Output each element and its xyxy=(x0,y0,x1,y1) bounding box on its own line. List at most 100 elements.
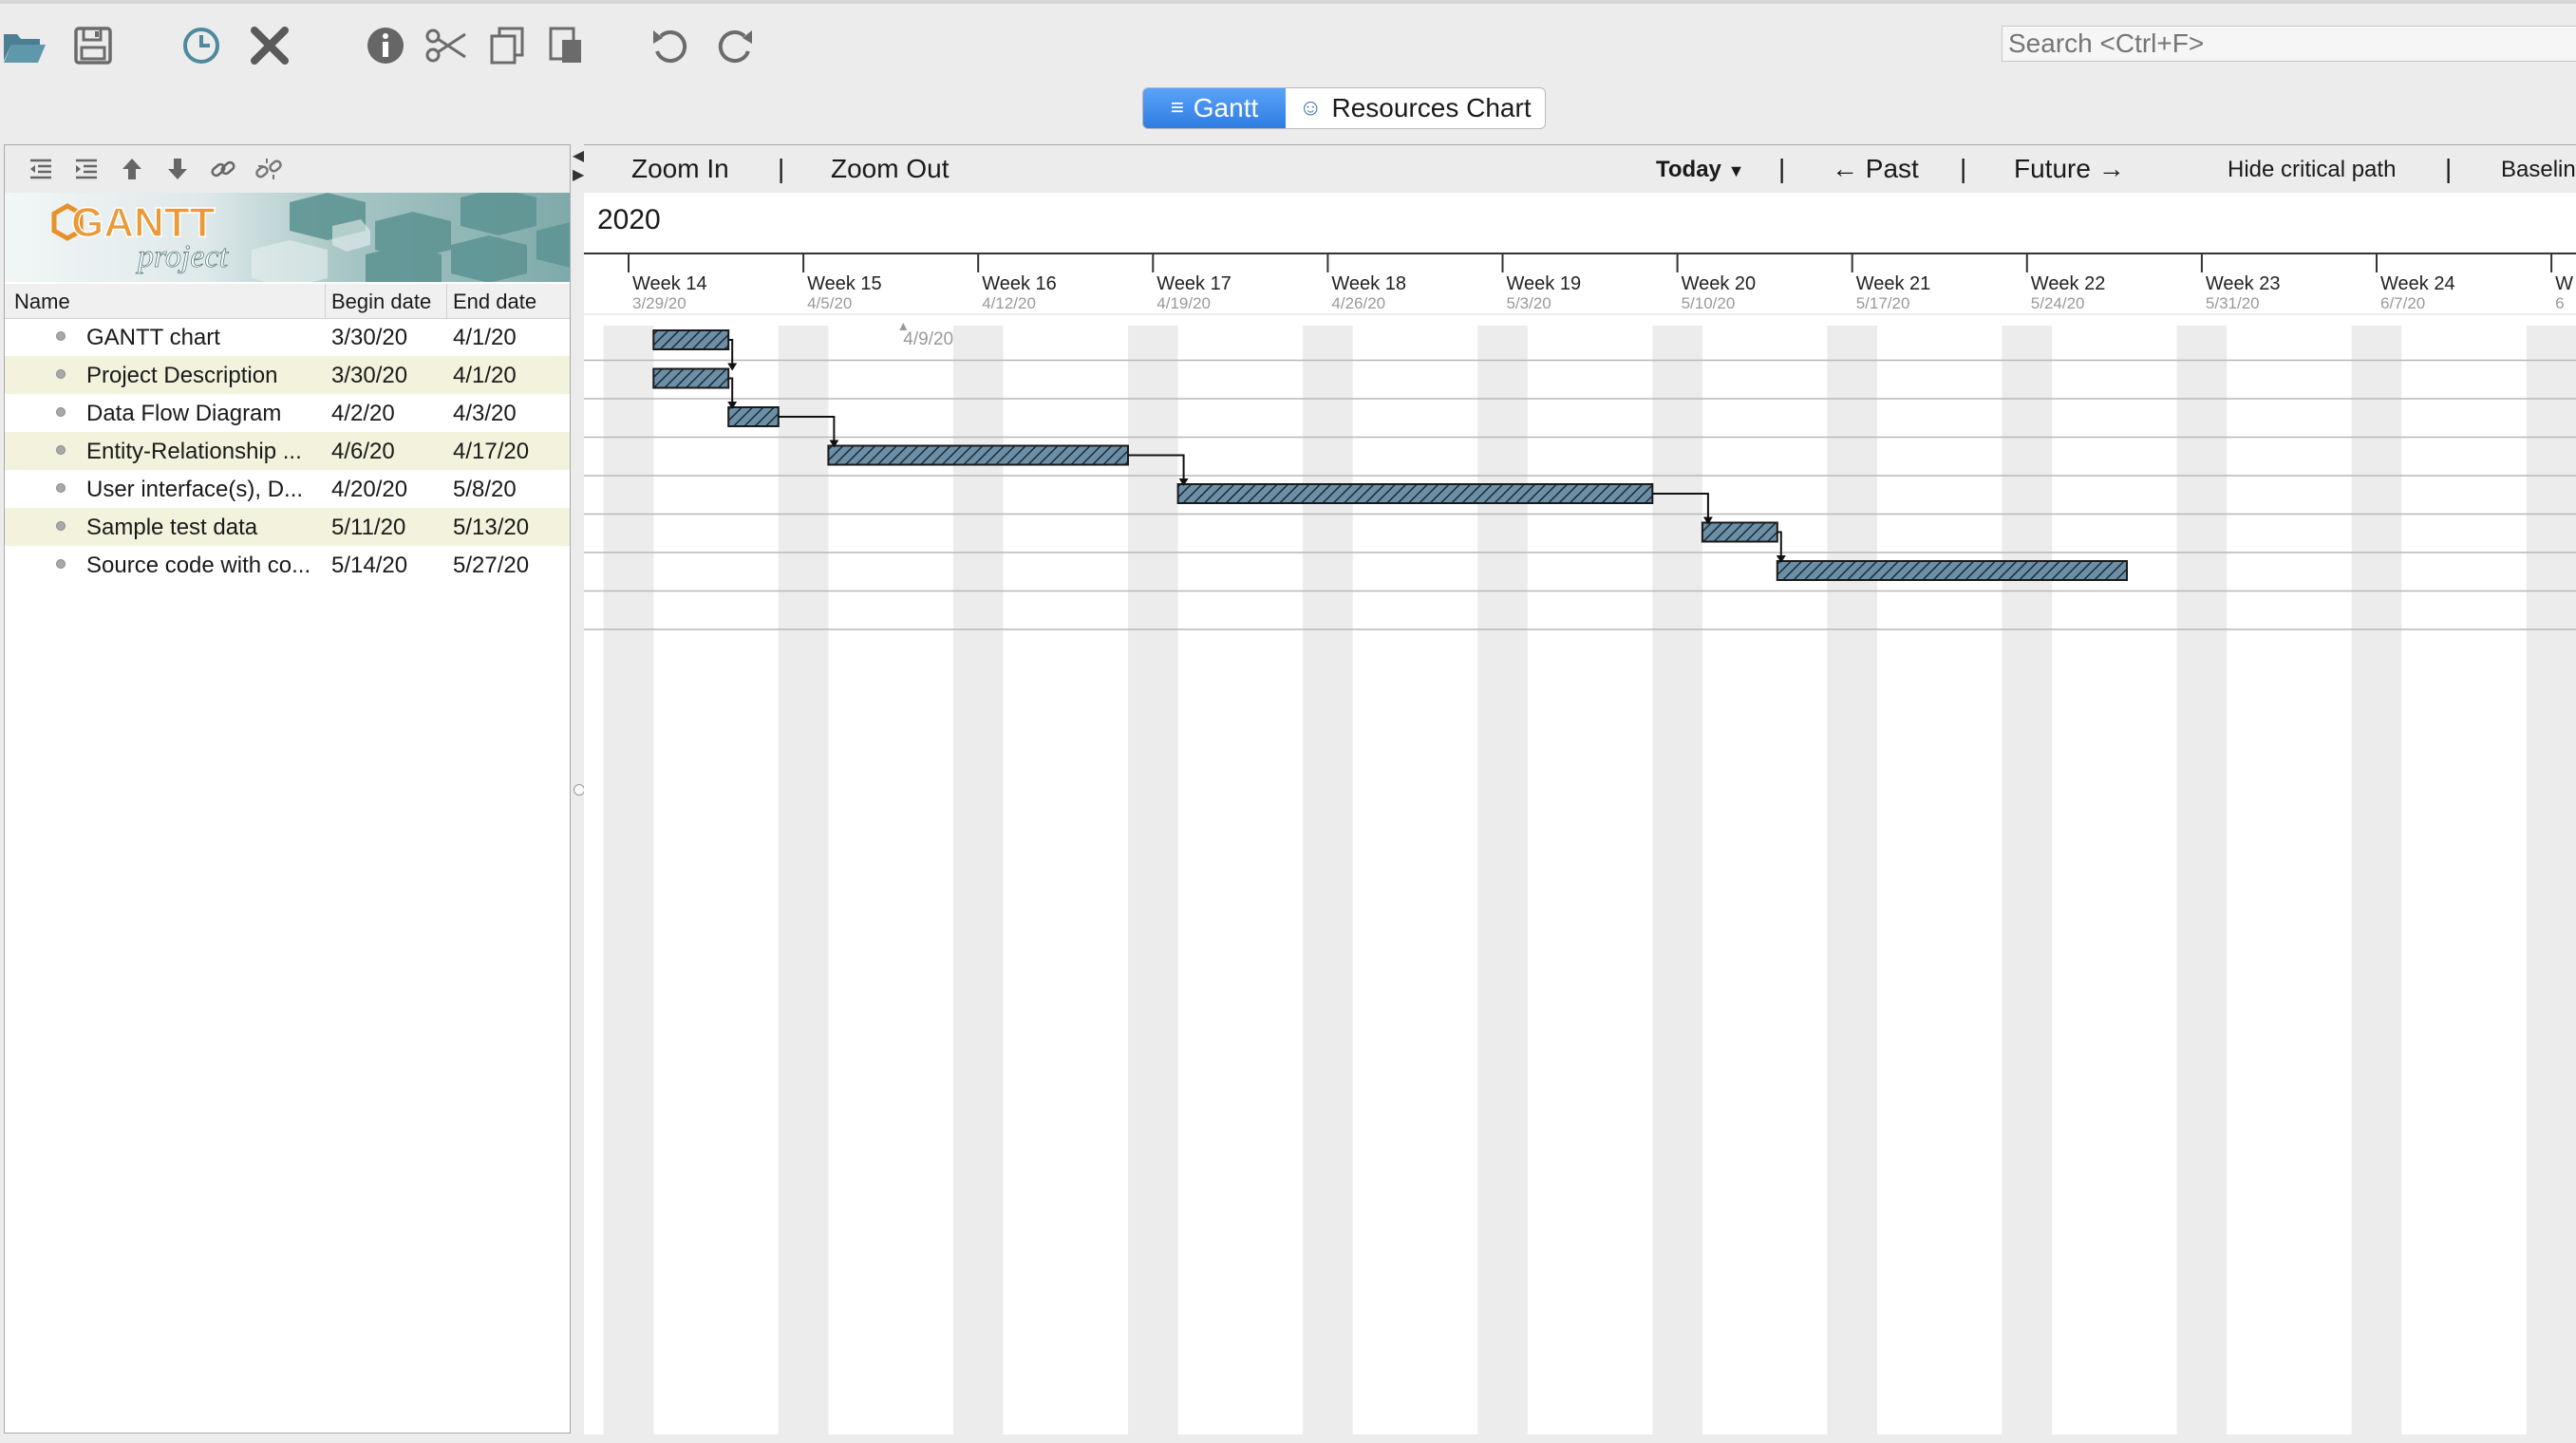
task-bullet-icon xyxy=(56,445,66,455)
history-icon[interactable] xyxy=(173,17,230,74)
week-date-label: 6 xyxy=(2555,294,2564,312)
task-table-header: Name Begin date End date xyxy=(5,284,570,319)
people-icon: ☺ xyxy=(1299,95,1323,121)
toolbar-separator: | xyxy=(1778,154,1786,183)
column-header-name[interactable]: Name xyxy=(14,290,70,314)
save-icon[interactable] xyxy=(65,17,122,74)
task-row[interactable]: GANTT chart 3/30/20 4/1/20 xyxy=(5,318,570,356)
week-label: Week 16 xyxy=(982,273,1057,294)
move-down-icon[interactable] xyxy=(155,150,200,188)
unlink-icon[interactable] xyxy=(246,150,291,188)
indent-icon[interactable] xyxy=(64,150,109,188)
gantt-chart-panel: Week 14 3/29/20 Week 15 4/5/20 Week 16 4/12/2… xyxy=(584,144,2576,1434)
weekend-band xyxy=(1827,326,1877,1434)
today-button[interactable]: Today ▼ xyxy=(1656,157,1744,183)
redo-icon[interactable] xyxy=(706,17,763,74)
week-date-label: 5/24/20 xyxy=(2031,294,2085,312)
weekend-band xyxy=(1128,326,1178,1434)
task-bar[interactable] xyxy=(727,406,780,427)
view-tabs: ≡ Gantt ☺ Resources Chart xyxy=(1142,87,1546,129)
week-label: Week 14 xyxy=(632,273,707,294)
column-divider[interactable] xyxy=(325,284,326,318)
undo-icon[interactable] xyxy=(642,17,699,74)
week-label: Week 15 xyxy=(807,273,882,294)
weekend-band xyxy=(603,326,654,1434)
tab-gantt[interactable]: ≡ Gantt xyxy=(1143,88,1286,128)
weekend-band xyxy=(2002,326,2053,1434)
task-end-date: 5/13/20 xyxy=(453,515,530,540)
gantt-chart-canvas: Week 143/29/20 Week 154/5/20 Week 164/12/2… xyxy=(584,254,2576,1434)
task-end-date: 4/1/20 xyxy=(453,363,517,388)
week-date-label: 5/17/20 xyxy=(1856,294,1910,312)
logo-subtext: project xyxy=(136,239,230,274)
link-icon[interactable] xyxy=(200,150,246,188)
collapse-left-icon[interactable]: ◀ xyxy=(573,146,584,165)
week-label: Week 20 xyxy=(1682,273,1757,294)
task-row[interactable]: Project Description 3/30/20 4/1/20 xyxy=(5,356,570,394)
paste-icon[interactable] xyxy=(537,17,594,74)
zoom-in-button[interactable]: Zoom In xyxy=(631,154,729,184)
future-button[interactable]: Future → xyxy=(2014,154,2125,184)
gantt-toolbar: Zoom In | Zoom Out Today ▼ | ← Past | Fu… xyxy=(584,145,2576,193)
hide-critical-path-button[interactable]: Hide critical path xyxy=(2228,157,2396,183)
close-icon[interactable] xyxy=(241,17,298,74)
main-toolbar xyxy=(0,0,2576,87)
task-end-date: 5/8/20 xyxy=(453,477,517,502)
task-bar[interactable] xyxy=(1701,521,1778,543)
unindent-icon[interactable] xyxy=(18,150,64,188)
week-label: W xyxy=(2555,273,2573,294)
task-bar[interactable] xyxy=(827,444,1129,466)
panel-splitter[interactable]: ◀ ▶ xyxy=(571,144,585,1434)
task-row[interactable]: User interface(s), D... 4/20/20 5/8/20 xyxy=(5,470,570,508)
task-row[interactable]: Data Flow Diagram 4/2/20 4/3/20 xyxy=(5,394,570,432)
copy-icon[interactable] xyxy=(479,17,536,74)
task-bullet-icon xyxy=(56,407,66,417)
task-row[interactable]: Entity-Relationship ... 4/6/20 4/17/20 xyxy=(5,432,570,470)
task-bar[interactable] xyxy=(652,367,730,389)
cut-icon[interactable] xyxy=(418,17,475,74)
column-header-begin-date[interactable]: Begin date xyxy=(331,290,431,314)
week-label: Week 18 xyxy=(1331,273,1406,294)
past-button[interactable]: ← Past xyxy=(1832,154,1919,184)
task-begin-date: 4/6/20 xyxy=(331,439,395,464)
task-bullet-icon xyxy=(56,369,66,379)
weekend-band xyxy=(778,326,829,1434)
task-bar[interactable] xyxy=(1176,483,1654,504)
task-row[interactable]: Sample test data 5/11/20 5/13/20 xyxy=(5,508,570,546)
task-name: Data Flow Diagram xyxy=(86,401,282,426)
week-date-label: 4/5/20 xyxy=(807,294,852,312)
timeline-year: 2020 xyxy=(597,204,661,235)
week-label: Week 21 xyxy=(1856,273,1931,294)
tab-resources-label: Resources Chart xyxy=(1331,93,1532,122)
task-end-date: 4/17/20 xyxy=(453,439,530,464)
expand-right-icon[interactable]: ▶ xyxy=(573,165,584,184)
task-begin-date: 3/30/20 xyxy=(331,325,408,350)
column-header-end-date[interactable]: End date xyxy=(453,290,536,314)
baseline-button[interactable]: Baselin xyxy=(2501,157,2576,183)
task-table-body: GANTT chart 3/30/20 4/1/20 Project Descr… xyxy=(5,318,570,584)
task-name: GANTT chart xyxy=(86,325,220,350)
task-end-date: 4/1/20 xyxy=(453,325,517,350)
task-name: Sample test data xyxy=(86,515,258,540)
task-tree-toolbar xyxy=(5,145,570,193)
move-up-icon[interactable] xyxy=(109,150,155,188)
toolbar-separator: | xyxy=(778,154,785,183)
info-icon[interactable] xyxy=(357,17,414,74)
task-begin-date: 4/2/20 xyxy=(331,401,395,426)
tab-resources-chart[interactable]: ☺ Resources Chart xyxy=(1286,88,1545,128)
task-bar[interactable] xyxy=(1776,560,2129,581)
week-date-label: 5/31/20 xyxy=(2206,294,2260,312)
column-divider[interactable] xyxy=(446,284,447,318)
chevron-down-icon: ▼ xyxy=(1727,161,1745,180)
search-input[interactable] xyxy=(2002,26,2576,62)
open-folder-icon[interactable] xyxy=(0,17,53,74)
weekend-band xyxy=(952,326,1004,1434)
task-bar[interactable] xyxy=(652,329,730,350)
task-name: Project Description xyxy=(86,363,278,388)
weekend-band xyxy=(1652,326,1702,1434)
task-tree-panel: GANTT project Name Begin date End date G… xyxy=(4,144,571,1434)
weekend-band xyxy=(2176,326,2228,1434)
week-label: Week 24 xyxy=(2380,273,2455,294)
zoom-out-button[interactable]: Zoom Out xyxy=(831,154,949,184)
task-row[interactable]: Source code with co... 5/14/20 5/27/20 xyxy=(5,546,570,584)
